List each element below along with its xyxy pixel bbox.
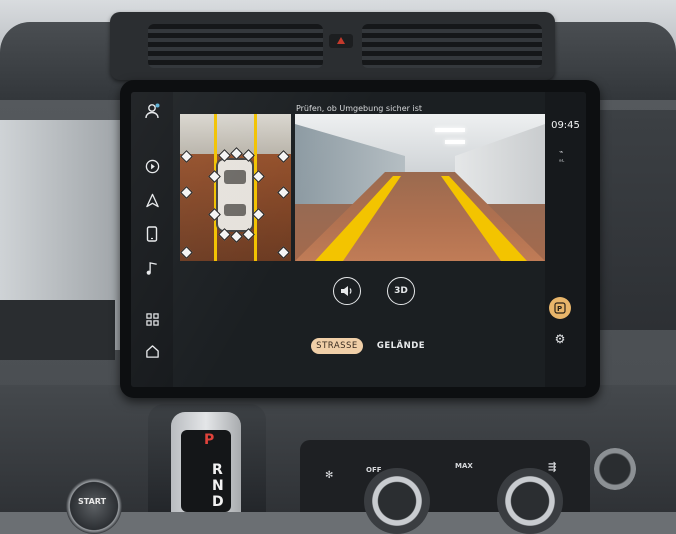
sensor-mid-r-icon xyxy=(277,186,290,199)
parking-camera-button[interactable]: P xyxy=(549,297,571,319)
profile-icon[interactable] xyxy=(143,102,161,120)
gear-r-letter: R xyxy=(212,462,223,478)
rear-camera-feed[interactable] xyxy=(295,114,545,261)
infotainment-screen[interactable]: Prüfen, ob Umgebung sicher ist 3D STRASS… xyxy=(131,92,586,387)
rear-guide-lines xyxy=(315,176,527,261)
sensor-rear-center-icon xyxy=(230,230,243,243)
phone-icon[interactable] xyxy=(143,225,161,243)
navigation-icon[interactable] xyxy=(143,191,161,209)
guide-line-right xyxy=(441,176,527,261)
clock: 09:45 xyxy=(551,120,580,131)
wifi-signal-icon: ⌁ xyxy=(559,148,564,156)
parking-audio-button[interactable] xyxy=(333,277,361,305)
power-volume-knob[interactable] xyxy=(594,448,636,490)
climate-off-label[interactable]: OFF xyxy=(366,466,382,474)
passenger-storage-tray xyxy=(0,300,115,360)
vehicle-top-view xyxy=(216,158,254,232)
seat-heat-icon[interactable]: ⇶ xyxy=(548,462,556,473)
home-icon[interactable] xyxy=(143,342,161,360)
svg-text:P: P xyxy=(557,305,562,313)
sensor-mid-l-icon xyxy=(180,186,193,199)
driver-trim-panel xyxy=(588,110,676,330)
view-3d-button[interactable]: 3D xyxy=(387,277,415,305)
surround-view-camera-feed[interactable] xyxy=(180,114,291,261)
connectivity-icon: ᵃᴸ xyxy=(559,158,565,166)
climate-max-label[interactable]: MAX xyxy=(455,462,473,470)
apps-grid-icon[interactable] xyxy=(143,310,161,328)
settings-icon[interactable]: ⚙ xyxy=(553,332,567,346)
hazard-light-button[interactable] xyxy=(329,34,353,48)
gear-n-letter: N xyxy=(212,478,224,494)
air-vent-right[interactable] xyxy=(362,24,542,68)
left-navigation-rail xyxy=(131,92,173,387)
media-play-icon[interactable] xyxy=(143,157,161,175)
sensor-corner-rl-icon xyxy=(180,246,193,259)
sensor-corner-rr-icon xyxy=(277,246,290,259)
view-3d-label: 3D xyxy=(394,286,408,296)
guide-line-left xyxy=(315,176,401,261)
gear-d-letter: D xyxy=(212,494,224,510)
music-icon[interactable] xyxy=(143,259,161,277)
climate-knob-right[interactable] xyxy=(497,468,563,534)
parking-line-right xyxy=(254,114,257,261)
start-engine-label: START xyxy=(78,497,107,506)
fan-icon[interactable]: ✻ xyxy=(325,470,333,481)
gear-p-letter: P xyxy=(204,432,215,448)
mode-strasse-button[interactable]: STRASSE xyxy=(311,338,363,354)
start-engine-button[interactable] xyxy=(66,478,122,534)
air-vent-left[interactable] xyxy=(148,24,323,68)
mode-gelaende-button[interactable]: GELÄNDE xyxy=(376,338,426,354)
climate-knob-left[interactable] xyxy=(364,468,430,534)
